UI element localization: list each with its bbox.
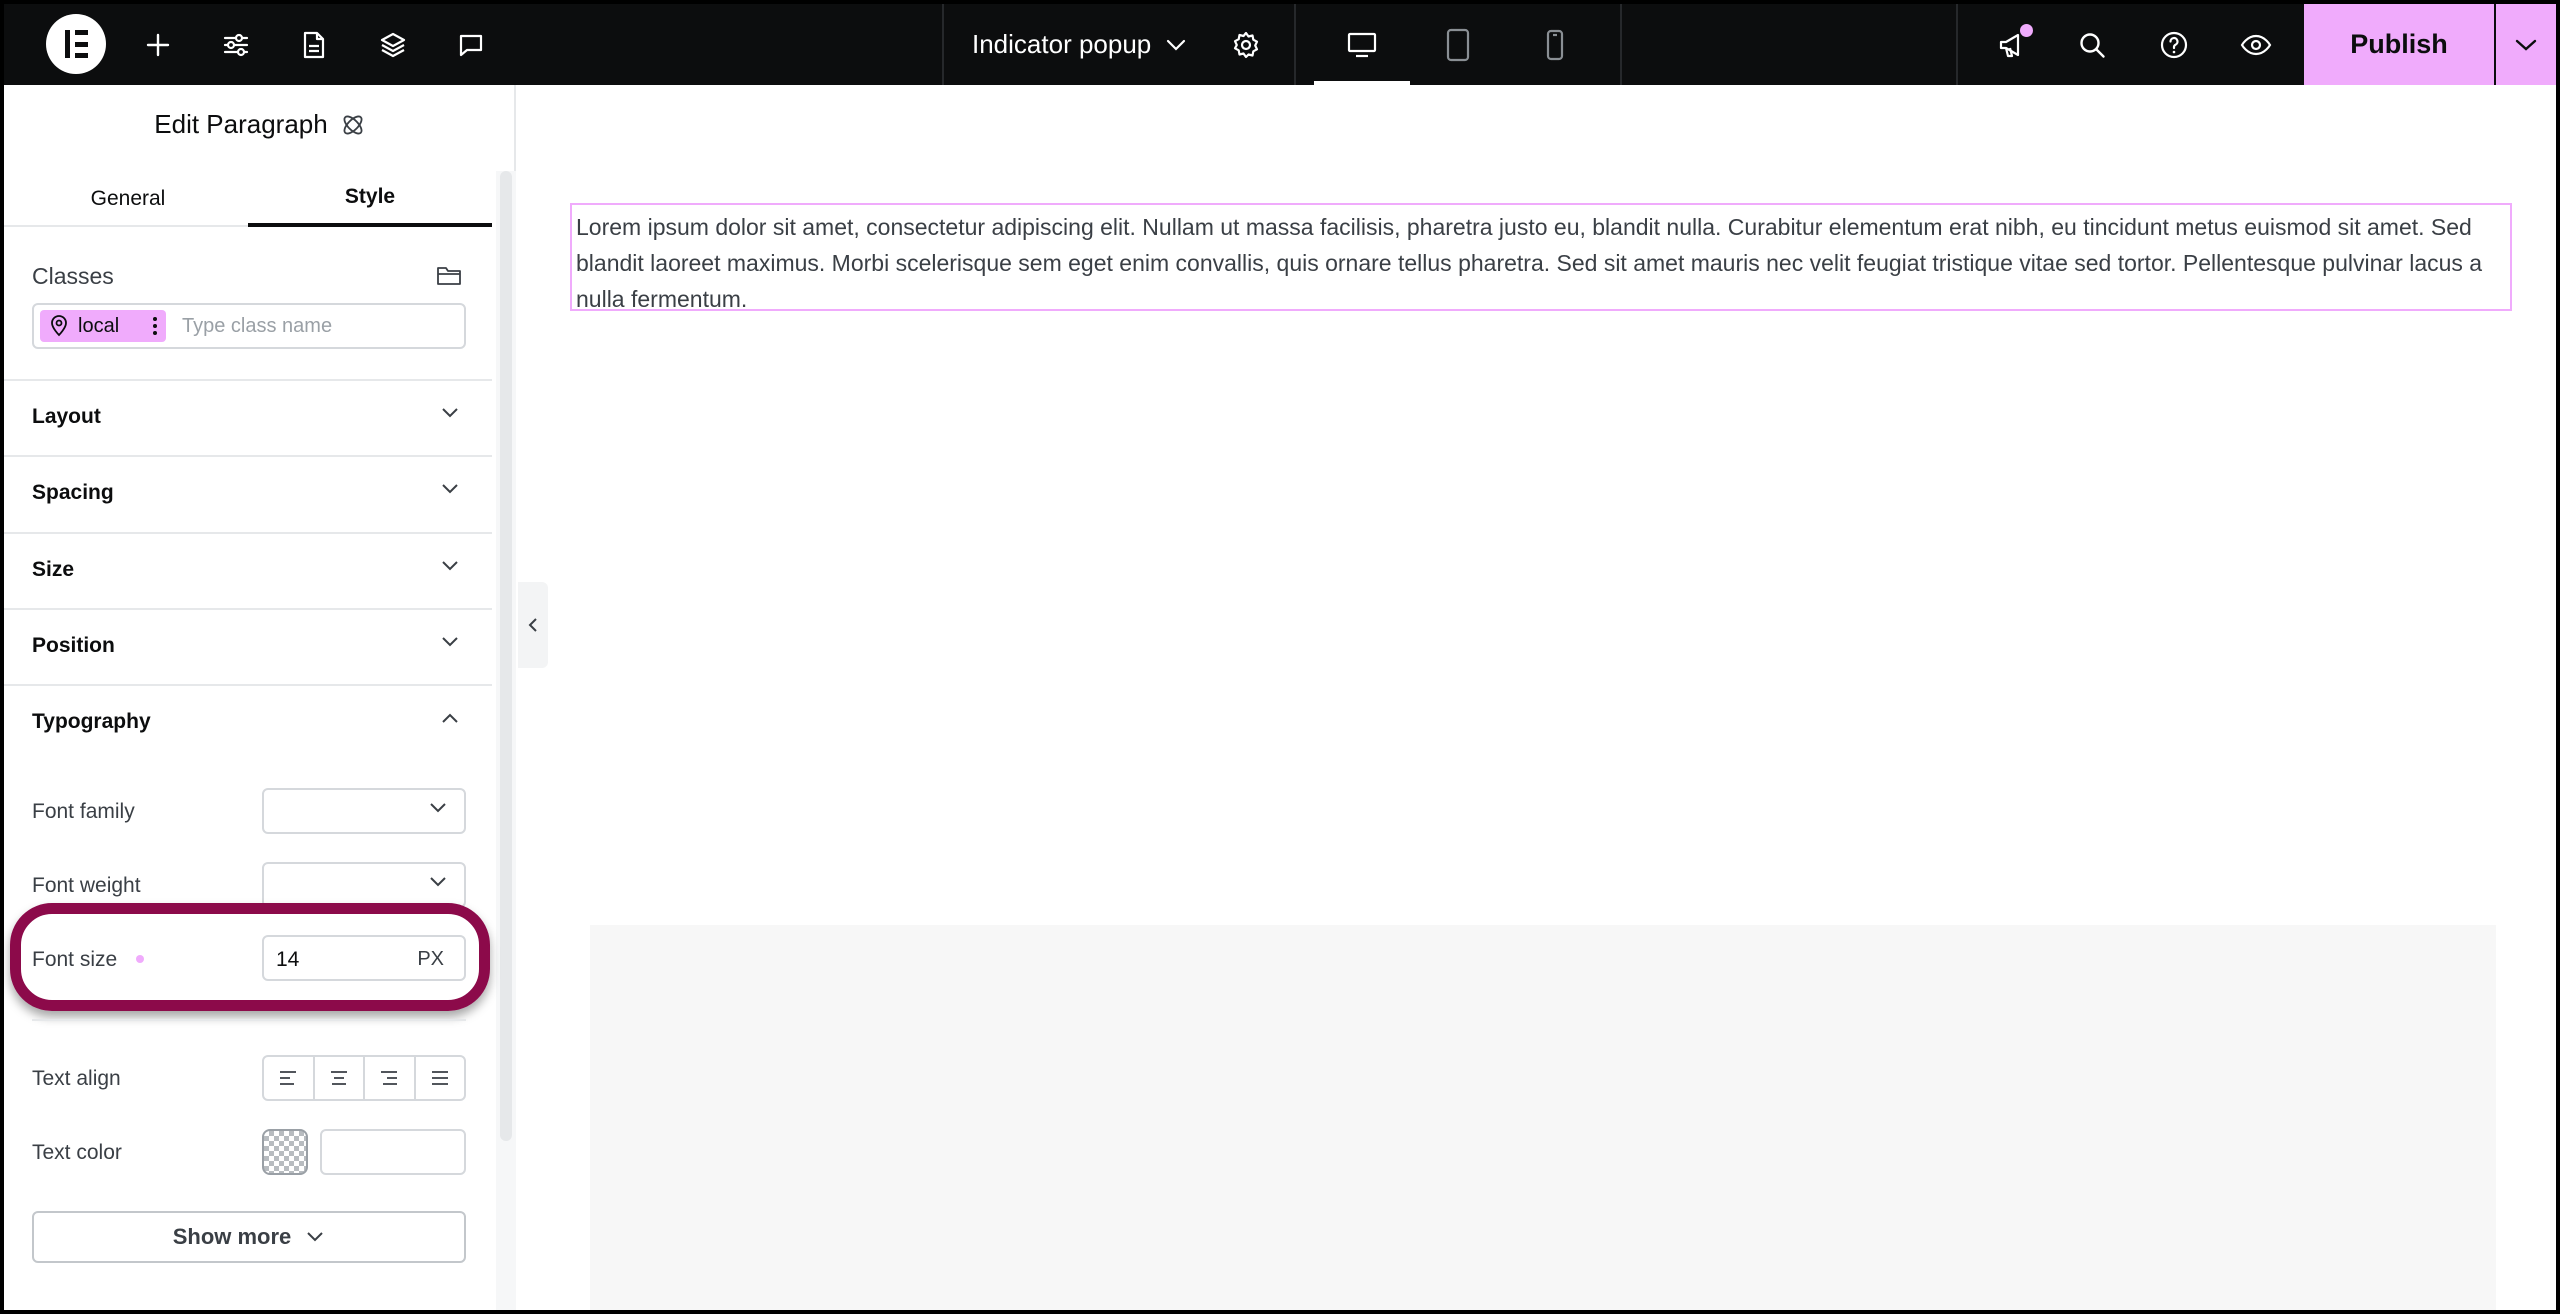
section-label: Position — [32, 634, 115, 657]
font-size-highlight-callout — [10, 903, 490, 1011]
chevron-down-icon — [1167, 39, 1186, 51]
section-spacing[interactable]: Spacing — [4, 455, 492, 531]
panel-title: Edit Paragraph — [154, 109, 328, 139]
align-right-icon — [381, 1071, 398, 1085]
eye-icon[interactable] — [2231, 20, 2281, 70]
chevron-down-icon — [442, 561, 458, 571]
section-typography[interactable]: Typography — [4, 684, 492, 760]
help-icon[interactable] — [2149, 20, 2199, 70]
more-vertical-icon[interactable] — [152, 316, 158, 336]
comment-icon[interactable] — [446, 20, 496, 70]
section-label: Spacing — [32, 481, 114, 504]
top-bar: Indicator popup Publish — [4, 4, 2556, 85]
chevron-down-icon — [442, 637, 458, 647]
page-icon[interactable] — [289, 20, 339, 70]
mobile-icon[interactable] — [1530, 20, 1580, 70]
publish-options-button[interactable] — [2496, 4, 2556, 85]
class-manager-icon[interactable] — [436, 263, 462, 292]
chevron-down-icon — [2515, 39, 2537, 51]
text-align-control — [262, 1055, 466, 1101]
align-right-button[interactable] — [365, 1057, 416, 1099]
align-justify-button[interactable] — [416, 1057, 465, 1099]
empty-container-area — [590, 925, 2496, 1310]
preview-canvas: Lorem ipsum dolor sit amet, consectetur … — [518, 85, 2556, 1310]
text-color-input[interactable] — [320, 1129, 466, 1175]
show-more-label: Show more — [172, 1224, 292, 1249]
font-weight-select[interactable] — [262, 862, 466, 908]
text-color-label: Text color — [32, 1141, 122, 1164]
sliders-icon[interactable] — [211, 20, 261, 70]
class-chip-label: local — [78, 314, 120, 337]
text-color-swatch[interactable] — [262, 1129, 308, 1175]
gear-icon[interactable] — [1221, 20, 1271, 70]
section-size[interactable]: Size — [4, 532, 492, 608]
chevron-down-icon — [307, 1232, 323, 1242]
align-center-button[interactable] — [315, 1057, 365, 1099]
align-left-button[interactable] — [264, 1057, 315, 1099]
document-title-dropdown[interactable]: Indicator popup — [972, 4, 1187, 85]
font-family-label: Font family — [32, 800, 135, 823]
paragraph-text: Lorem ipsum dolor sit amet, consectetur … — [576, 214, 2483, 312]
classes-label: Classes — [32, 263, 114, 289]
tab-style[interactable]: Style — [248, 171, 492, 227]
atomic-element-icon — [343, 115, 363, 134]
align-justify-icon — [431, 1071, 448, 1085]
chevron-up-icon — [442, 713, 458, 723]
search-icon[interactable] — [2067, 20, 2117, 70]
show-more-button[interactable]: Show more — [32, 1211, 466, 1263]
chevron-down-icon — [430, 877, 446, 887]
plus-icon[interactable] — [133, 20, 183, 70]
section-label: Size — [32, 558, 75, 581]
editor-panel: Edit Paragraph General Style Classes loc… — [4, 85, 516, 1310]
paragraph-element[interactable]: Lorem ipsum dolor sit amet, consectetur … — [570, 203, 2512, 312]
tablet-icon[interactable] — [1433, 20, 1483, 70]
chevron-down-icon — [442, 484, 458, 494]
font-family-select[interactable] — [262, 788, 466, 834]
class-chip-local[interactable]: local — [40, 310, 166, 342]
document-title: Indicator popup — [972, 29, 1152, 59]
panel-tabs: General Style — [4, 171, 492, 227]
text-align-label: Text align — [32, 1067, 121, 1090]
desktop-icon[interactable] — [1337, 20, 1387, 70]
layers-icon[interactable] — [368, 20, 418, 70]
location-pin-icon — [51, 315, 67, 337]
elementor-logo-icon[interactable] — [46, 14, 106, 74]
chevron-down-icon — [442, 408, 458, 418]
publish-button[interactable]: Publish — [2304, 4, 2494, 85]
notification-dot — [2020, 24, 2033, 37]
panel-scrollbar[interactable] — [500, 171, 512, 1141]
tab-general[interactable]: General — [4, 171, 252, 227]
class-selector-input[interactable]: local Type class name — [32, 303, 466, 349]
align-left-icon — [280, 1071, 297, 1085]
section-layout[interactable]: Layout — [4, 379, 492, 455]
chevron-left-icon — [528, 618, 537, 632]
section-position[interactable]: Position — [4, 608, 492, 684]
chevron-down-icon — [430, 803, 446, 813]
align-center-icon — [330, 1071, 347, 1085]
editor-window: Indicator popup Publish Edit Paragraph G… — [4, 4, 2556, 1310]
font-weight-label: Font weight — [32, 874, 141, 897]
section-label: Layout — [32, 405, 101, 428]
panel-header: Edit Paragraph — [4, 109, 516, 140]
class-name-placeholder: Type class name — [182, 315, 333, 337]
section-label: Typography — [32, 710, 151, 733]
collapse-panel-button[interactable] — [518, 582, 548, 668]
divider — [32, 1019, 466, 1021]
